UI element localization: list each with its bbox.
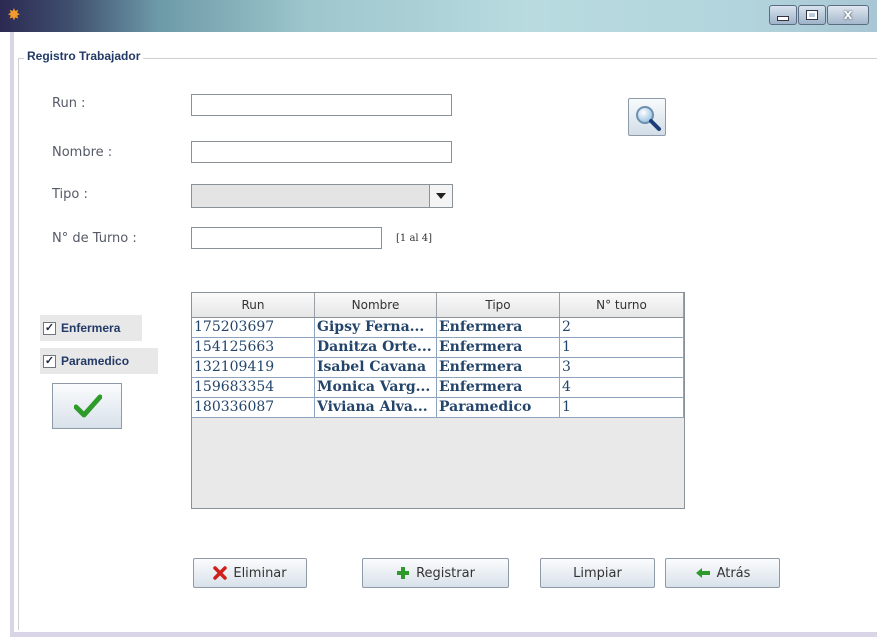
atras-button[interactable]: Atrás: [665, 558, 780, 588]
filter-enfermera-checkbox[interactable]: ✓ Enfermera: [40, 315, 142, 341]
column-header-turno[interactable]: N° turno: [560, 293, 684, 317]
cell-tipo: Enfermera: [437, 378, 560, 397]
back-arrow-icon: [695, 567, 711, 579]
column-header-tipo[interactable]: Tipo: [437, 293, 560, 317]
check-icon: ✓: [43, 354, 56, 368]
maximize-icon: [806, 10, 818, 20]
cell-run: 154125663: [192, 338, 315, 357]
cell-nombre: Viviana Alva...: [315, 398, 437, 417]
cell-run: 180336087: [192, 398, 315, 417]
eliminar-button[interactable]: Eliminar: [193, 558, 307, 588]
cell-nombre: Danitza Orte...: [315, 338, 437, 357]
turno-hint: [1 al 4]: [396, 233, 433, 244]
app-icon: ✸: [7, 5, 21, 24]
cell-tipo: Enfermera: [437, 318, 560, 337]
registrar-button[interactable]: Registrar: [362, 558, 509, 588]
close-icon: X: [843, 8, 853, 22]
tipo-select[interactable]: [191, 184, 453, 208]
cell-tipo: Enfermera: [437, 338, 560, 357]
filter-paramedico-checkbox[interactable]: ✓ Paramedico: [40, 348, 158, 374]
delete-x-icon: [213, 566, 228, 580]
minimize-icon: [777, 15, 789, 21]
nombre-label: Nombre :: [52, 145, 113, 160]
window-border-bottom: [10, 632, 877, 637]
group-border-left: [18, 58, 19, 630]
check-icon: ✓: [43, 321, 56, 335]
atras-label: Atrás: [716, 565, 751, 581]
table-header: Run Nombre Tipo N° turno: [192, 293, 684, 318]
group-border-top: [18, 58, 877, 59]
search-button[interactable]: [628, 98, 666, 136]
cell-nombre: Gipsy Ferna...: [315, 318, 437, 337]
table-row[interactable]: 154125663 Danitza Orte... Enfermera 1: [192, 338, 684, 358]
cell-nombre: Isabel Cavana: [315, 358, 437, 377]
cell-nombre: Monica Varg...: [315, 378, 437, 397]
cell-turno: 1: [560, 398, 684, 417]
filter-paramedico-label: Paramedico: [61, 354, 130, 368]
table-row[interactable]: 159683354 Monica Varg... Enfermera 4: [192, 378, 684, 398]
turno-input[interactable]: [191, 227, 382, 249]
run-label: Run :: [52, 96, 86, 111]
turno-label: N° de Turno :: [52, 231, 137, 246]
dropdown-arrow-button[interactable]: [429, 185, 452, 207]
green-check-icon: [74, 394, 102, 418]
nombre-input[interactable]: [191, 141, 452, 163]
minimize-button[interactable]: [769, 5, 797, 25]
maximize-button[interactable]: [798, 5, 826, 25]
filter-enfermera-label: Enfermera: [61, 321, 121, 335]
tipo-label: Tipo :: [52, 187, 88, 202]
cell-tipo: Enfermera: [437, 358, 560, 377]
column-header-nombre[interactable]: Nombre: [315, 293, 437, 317]
registrar-label: Registrar: [416, 565, 475, 581]
cell-run: 159683354: [192, 378, 315, 397]
limpiar-label: Limpiar: [573, 565, 622, 581]
cell-turno: 3: [560, 358, 684, 377]
window-controls: X: [768, 5, 869, 25]
add-plus-icon: [396, 566, 410, 580]
cell-run: 175203697: [192, 318, 315, 337]
apply-filter-button[interactable]: [52, 383, 122, 429]
column-header-run[interactable]: Run: [192, 293, 315, 317]
cell-turno: 4: [560, 378, 684, 397]
group-title: Registro Trabajador: [24, 49, 144, 63]
cell-turno: 1: [560, 338, 684, 357]
cell-run: 132109419: [192, 358, 315, 377]
cell-tipo: Paramedico: [437, 398, 560, 417]
run-input[interactable]: [191, 94, 452, 116]
table-row[interactable]: 132109419 Isabel Cavana Enfermera 3: [192, 358, 684, 378]
table-row[interactable]: 180336087 Viviana Alva... Paramedico 1: [192, 398, 684, 418]
close-button[interactable]: X: [827, 5, 869, 25]
magnifier-icon: [636, 106, 661, 131]
workers-table[interactable]: Run Nombre Tipo N° turno 175203697 Gipsy…: [191, 292, 685, 509]
eliminar-label: Eliminar: [233, 565, 287, 581]
limpiar-button[interactable]: Limpiar: [540, 558, 655, 588]
cell-turno: 2: [560, 318, 684, 337]
table-row[interactable]: 175203697 Gipsy Ferna... Enfermera 2: [192, 318, 684, 338]
title-bar[interactable]: ✸ X: [0, 0, 877, 32]
chevron-down-icon: [436, 193, 446, 199]
